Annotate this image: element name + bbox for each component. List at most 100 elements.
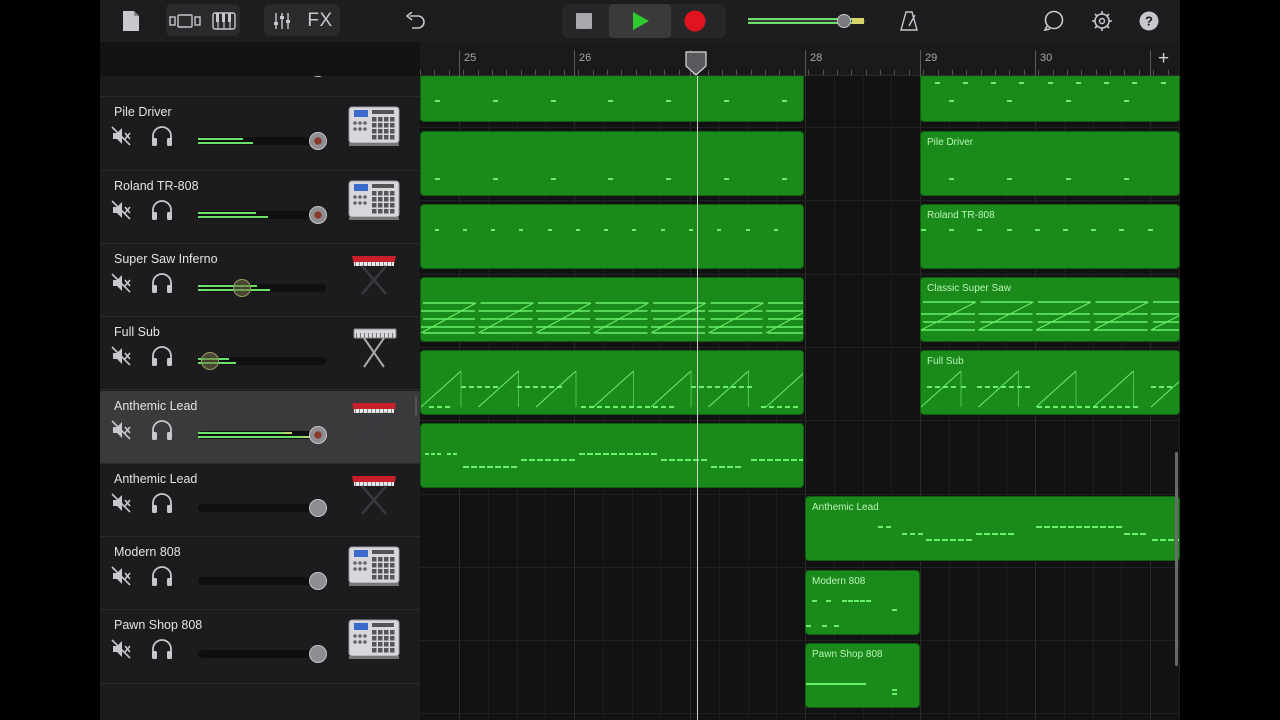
timeline-ruler[interactable]: 25 26 27 28 29 30 + — [420, 42, 1180, 76]
mute-speaker-icon[interactable] — [110, 272, 132, 294]
midi-note — [593, 370, 634, 408]
region-roland-tr-808[interactable] — [420, 204, 804, 269]
track-header[interactable]: Roland TR-808 — [100, 171, 420, 244]
region-classic-super-saw[interactable]: Classic Super Saw — [920, 277, 1180, 342]
track-header[interactable]: Phonetics — [100, 76, 420, 98]
region-phonetics[interactable] — [420, 76, 804, 122]
solo-headphones-icon[interactable] — [150, 492, 174, 514]
add-section-button[interactable]: + — [1158, 48, 1169, 70]
play-button[interactable] — [609, 4, 671, 38]
header-scroll-indicator — [415, 396, 417, 416]
volume-knob[interactable] — [232, 278, 251, 297]
region-notes — [435, 229, 778, 231]
volume-knob[interactable] — [309, 498, 327, 517]
volume-knob[interactable] — [309, 205, 327, 224]
track-header[interactable]: Modern 808 — [100, 537, 420, 611]
track-header[interactable]: Anthemic Lead — [100, 390, 420, 464]
solo-headphones-icon[interactable] — [150, 638, 174, 660]
volume-knob[interactable] — [309, 572, 327, 591]
solo-headphones-icon[interactable] — [150, 272, 174, 294]
region-full-sub-2[interactable]: Full Sub — [920, 350, 1180, 415]
track-header[interactable]: Pile Driver — [100, 97, 420, 171]
mute-speaker-icon[interactable] — [110, 199, 132, 221]
row-line — [420, 640, 1180, 641]
volume-slider[interactable] — [198, 645, 327, 664]
volume-slider[interactable] — [198, 132, 327, 151]
region-modern-808[interactable]: Modern 808 — [805, 570, 920, 635]
mixer-sliders-icon[interactable] — [270, 9, 294, 33]
keyboard-view-icon[interactable] — [210, 9, 238, 33]
drum-machine-icon[interactable] — [346, 543, 402, 589]
mute-speaker-icon[interactable] — [110, 419, 132, 441]
region-pile-driver[interactable] — [420, 131, 804, 196]
track-name: Full Sub — [114, 325, 160, 340]
volume-slider[interactable] — [198, 498, 327, 517]
volume-slider[interactable] — [198, 352, 326, 371]
volume-slider[interactable] — [198, 572, 327, 591]
mute-speaker-icon[interactable] — [110, 125, 132, 147]
settings-gear-icon[interactable] — [1090, 9, 1114, 33]
synth-keyboard-icon[interactable] — [346, 470, 402, 516]
volume-slider[interactable] — [198, 278, 326, 297]
region-anthemic-lead-2[interactable]: Anthemic Lead — [805, 496, 1180, 561]
my-songs-icon[interactable] — [120, 9, 142, 33]
volume-knob[interactable] — [309, 645, 327, 664]
region-super-saw[interactable] — [420, 277, 804, 342]
region-anthemic-lead[interactable] — [420, 423, 804, 488]
keyboard-stand-icon[interactable] — [346, 323, 402, 369]
ruler-minor-tick — [679, 70, 680, 75]
ruler-minor-tick — [851, 70, 852, 75]
volume-knob[interactable] — [309, 425, 327, 444]
region-pile-driver-2[interactable]: Pile Driver — [920, 131, 1180, 196]
region-full-sub[interactable] — [420, 350, 804, 415]
track-header[interactable]: Full Sub — [100, 317, 420, 391]
volume-knob[interactable] — [201, 352, 219, 371]
solo-headphones-icon[interactable] — [150, 345, 174, 367]
mute-speaker-icon[interactable] — [110, 638, 132, 660]
vertical-scrollbar[interactable] — [1175, 452, 1178, 666]
synth-keyboard-icon[interactable] — [346, 250, 402, 296]
ruler-minor-tick — [564, 70, 565, 75]
tracks-view-icon[interactable] — [168, 9, 202, 33]
ruler-minor-tick — [1139, 70, 1140, 75]
record-icon[interactable] — [683, 9, 707, 33]
master-volume-slider[interactable] — [746, 14, 870, 28]
ruler-minor-tick — [449, 70, 450, 75]
help-icon[interactable]: ? — [1138, 10, 1160, 32]
drum-machine-icon[interactable] — [346, 103, 402, 149]
ruler-minor-tick — [823, 70, 824, 75]
ruler-minor-tick — [420, 70, 421, 75]
ruler-minor-tick — [535, 70, 536, 75]
solo-headphones-icon[interactable] — [150, 125, 174, 147]
region-roland-tr-808-2[interactable]: Roland TR-808 — [920, 204, 1180, 269]
playhead[interactable] — [697, 76, 698, 720]
volume-slider[interactable] — [198, 425, 327, 444]
stop-icon[interactable] — [572, 9, 596, 33]
bar-number: 29 — [925, 52, 938, 64]
mute-speaker-icon[interactable] — [110, 565, 132, 587]
metronome-icon[interactable] — [897, 9, 921, 33]
volume-knob[interactable] — [309, 76, 327, 77]
region-pawn-shop-808[interactable]: Pawn Shop 808 — [805, 643, 920, 708]
fx-button[interactable]: FX — [304, 8, 336, 34]
volume-slider[interactable] — [198, 205, 327, 224]
undo-icon[interactable] — [402, 9, 428, 33]
drum-machine-icon[interactable] — [346, 177, 402, 223]
solo-headphones-icon[interactable] — [150, 419, 174, 441]
synth-keyboard-icon[interactable] — [346, 397, 402, 443]
drum-machine-icon[interactable] — [346, 616, 402, 662]
midi-note — [1035, 370, 1077, 408]
volume-knob[interactable] — [309, 132, 327, 151]
solo-headphones-icon[interactable] — [150, 565, 174, 587]
solo-headphones-icon[interactable] — [150, 199, 174, 221]
track-header[interactable]: Pawn Shop 808 — [100, 610, 420, 684]
region-phonetics-2[interactable] — [920, 76, 1180, 122]
loop-browser-icon[interactable] — [1042, 9, 1066, 33]
region-notes — [435, 178, 787, 180]
track-header[interactable]: Super Saw Inferno — [100, 244, 420, 318]
track-header[interactable]: Anthemic Lead — [100, 464, 420, 538]
mute-speaker-icon[interactable] — [110, 345, 132, 367]
playhead-handle[interactable] — [684, 50, 708, 76]
arrangement-area[interactable]: Pile Driver Roland TR-808 Classic Super … — [420, 76, 1180, 720]
mute-speaker-icon[interactable] — [110, 492, 132, 514]
